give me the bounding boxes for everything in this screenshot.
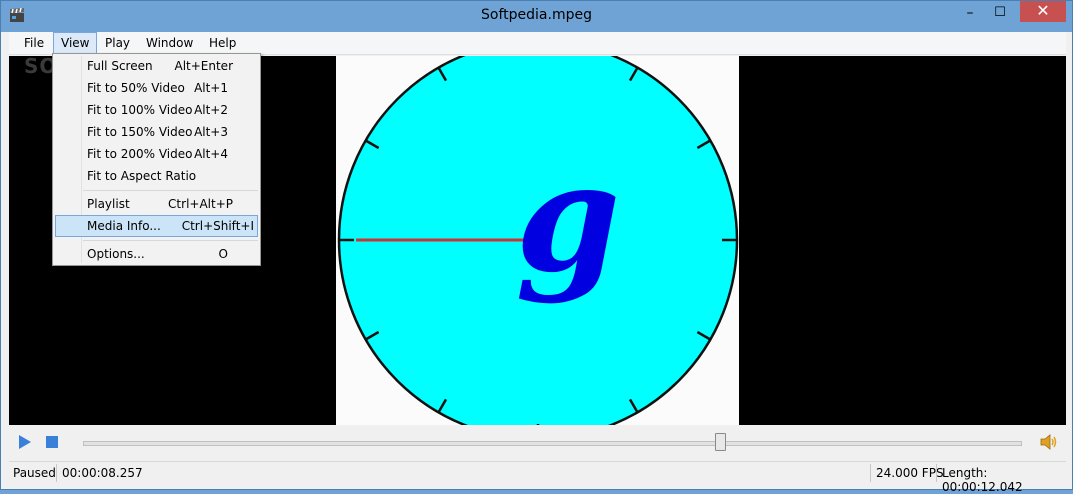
- menu-bar: File View Play Window Help: [9, 32, 1066, 55]
- menu-separator: [83, 190, 258, 191]
- menu-play[interactable]: Play: [98, 33, 137, 53]
- title-bar[interactable]: Softpedia.mpeg – ☐ ✕: [1, 1, 1072, 32]
- view-menu-dropdown: Full Screen Alt+Enter Fit to 50% Video Alt…: [52, 53, 261, 266]
- clock-graphic: g: [337, 56, 739, 425]
- window-title: Softpedia.mpeg: [481, 7, 592, 23]
- play-icon[interactable]: [19, 435, 31, 449]
- menu-item-options[interactable]: Options... O: [55, 243, 258, 265]
- volume-icon[interactable]: [1040, 434, 1058, 450]
- menu-item-fit-200[interactable]: Fit to 200% Video Alt+4: [55, 143, 258, 165]
- status-bar: Paused 00:00:08.257 24.000 FPS Length: 0…: [9, 461, 1066, 494]
- maximize-button[interactable]: ☐: [986, 2, 1014, 24]
- playback-controls: [9, 425, 1066, 460]
- playback-state: Paused: [13, 466, 56, 480]
- status-divider: [870, 464, 871, 482]
- clock-letter: g: [516, 130, 621, 306]
- menu-item-fit-100[interactable]: Fit to 100% Video Alt+2: [55, 99, 258, 121]
- menu-help[interactable]: Help: [202, 33, 243, 53]
- media-player-window: Softpedia.mpeg – ☐ ✕ File View Play Wind…: [0, 0, 1073, 494]
- menu-file[interactable]: File: [17, 33, 51, 53]
- video-frame: g: [336, 56, 739, 425]
- close-button[interactable]: ✕: [1020, 1, 1066, 22]
- frame-rate: 24.000 FPS: [876, 466, 944, 480]
- current-position: 00:00:08.257: [62, 466, 143, 480]
- menu-item-fit-150[interactable]: Fit to 150% Video Alt+3: [55, 121, 258, 143]
- menu-item-full-screen[interactable]: Full Screen Alt+Enter: [55, 55, 258, 77]
- menu-window[interactable]: Window: [139, 33, 200, 53]
- seek-thumb[interactable]: [715, 433, 727, 451]
- menu-view[interactable]: View: [53, 32, 98, 54]
- menu-item-media-info[interactable]: Media Info... Ctrl+Shift+I: [55, 215, 258, 237]
- menu-item-playlist[interactable]: Playlist Ctrl+Alt+P: [55, 193, 258, 215]
- minimize-button[interactable]: –: [956, 2, 984, 24]
- menu-item-fit-aspect[interactable]: Fit to Aspect Ratio: [55, 165, 258, 187]
- menu-item-fit-50[interactable]: Fit to 50% Video Alt+1: [55, 77, 258, 99]
- status-divider: [56, 464, 57, 482]
- seek-bar[interactable]: [83, 441, 1022, 446]
- stop-icon[interactable]: [46, 436, 58, 448]
- status-divider: [936, 464, 937, 482]
- menu-separator: [83, 240, 258, 241]
